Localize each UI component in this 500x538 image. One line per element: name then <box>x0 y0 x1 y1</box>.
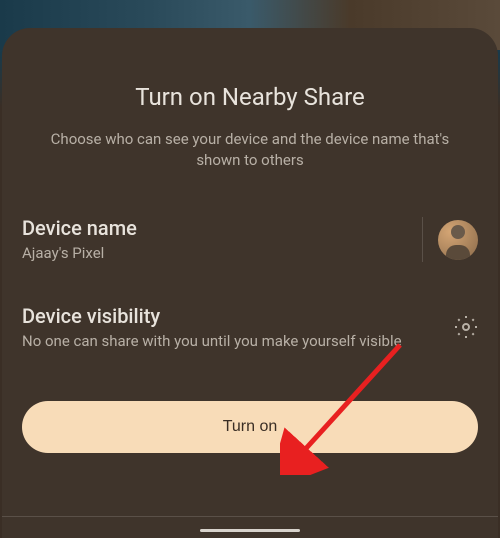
device-name-section[interactable]: Device name Ajaay's Pixel <box>22 216 478 264</box>
device-name-content: Device name Ajaay's Pixel <box>22 216 422 264</box>
sheet-subtitle: Choose who can see your device and the d… <box>22 129 478 171</box>
vertical-divider <box>422 217 423 262</box>
gear-icon[interactable] <box>454 315 478 339</box>
device-visibility-description: No one can share with you until you make… <box>22 332 454 352</box>
device-visibility-label: Device visibility <box>22 304 454 328</box>
navigation-bar <box>2 518 498 538</box>
device-visibility-content: Device visibility No one can share with … <box>22 304 454 352</box>
sheet-title: Turn on Nearby Share <box>22 83 478 111</box>
device-visibility-section[interactable]: Device visibility No one can share with … <box>22 304 478 352</box>
nav-handle[interactable] <box>200 529 300 532</box>
device-name-value: Ajaay's Pixel <box>22 244 422 264</box>
user-avatar[interactable] <box>438 220 478 260</box>
turn-on-button[interactable]: Turn on <box>22 401 478 453</box>
nearby-share-sheet: Turn on Nearby Share Choose who can see … <box>2 28 498 538</box>
device-name-label: Device name <box>22 216 422 240</box>
